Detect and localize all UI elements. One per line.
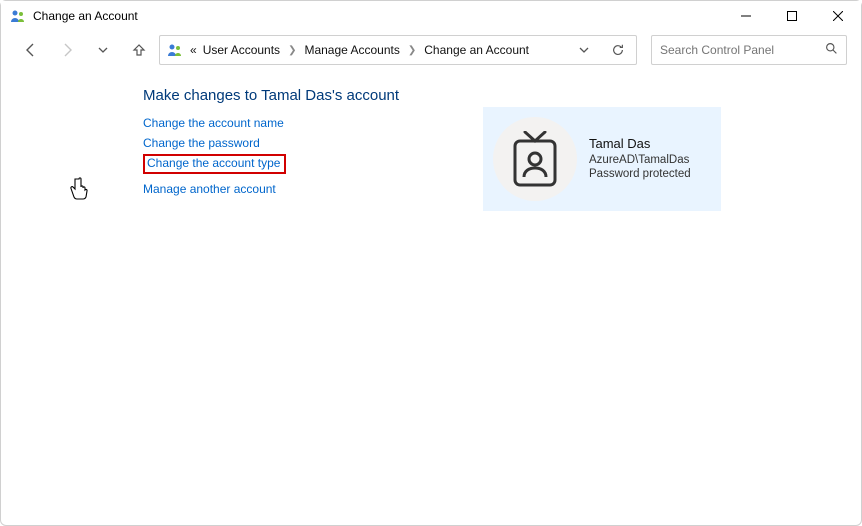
chevron-right-icon: ❯ [284, 45, 300, 56]
forward-button[interactable] [51, 36, 83, 64]
breadcrumb-overflow[interactable]: « [188, 43, 199, 57]
search-box[interactable] [651, 35, 847, 65]
people-icon [9, 7, 27, 25]
window-controls [723, 1, 861, 31]
left-column [21, 87, 141, 202]
people-icon [166, 41, 184, 59]
link-change-password[interactable]: Change the password [143, 136, 260, 150]
link-change-type[interactable]: Change the account type [147, 156, 280, 170]
highlight-annotation: Change the account type [143, 154, 286, 174]
maximize-button[interactable] [769, 1, 815, 31]
address-bar[interactable]: « User Accounts ❯ Manage Accounts ❯ Chan… [159, 35, 637, 65]
minimize-button[interactable] [723, 1, 769, 31]
content-area: Make changes to Tamal Das's account Chan… [1, 69, 861, 202]
recent-dropdown[interactable] [87, 36, 119, 64]
account-info: Tamal Das AzureAD\TamalDas Password prot… [589, 136, 691, 183]
page-title: Make changes to Tamal Das's account [143, 87, 841, 104]
window-title: Change an Account [33, 9, 723, 23]
nav-row: « User Accounts ❯ Manage Accounts ❯ Chan… [1, 31, 861, 69]
link-manage-other[interactable]: Manage another account [143, 182, 276, 196]
breadcrumb-item[interactable]: Manage Accounts [302, 43, 401, 57]
back-button[interactable] [15, 36, 47, 64]
breadcrumb-item[interactable]: User Accounts [201, 43, 282, 57]
up-button[interactable] [123, 36, 155, 64]
link-change-name[interactable]: Change the account name [143, 116, 284, 130]
refresh-button[interactable] [606, 38, 630, 62]
avatar [493, 117, 577, 201]
close-button[interactable] [815, 1, 861, 31]
search-icon[interactable] [825, 42, 838, 58]
breadcrumb-item[interactable]: Change an Account [422, 43, 531, 57]
chevron-right-icon: ❯ [404, 45, 420, 56]
account-status: Password protected [589, 167, 691, 182]
account-identity: AzureAD\TamalDas [589, 153, 691, 168]
account-name: Tamal Das [589, 136, 691, 153]
id-badge-icon [510, 131, 560, 187]
titlebar: Change an Account [1, 1, 861, 31]
account-tile[interactable]: Tamal Das AzureAD\TamalDas Password prot… [483, 107, 721, 211]
address-dropdown[interactable] [572, 38, 596, 62]
search-input[interactable] [660, 43, 825, 57]
